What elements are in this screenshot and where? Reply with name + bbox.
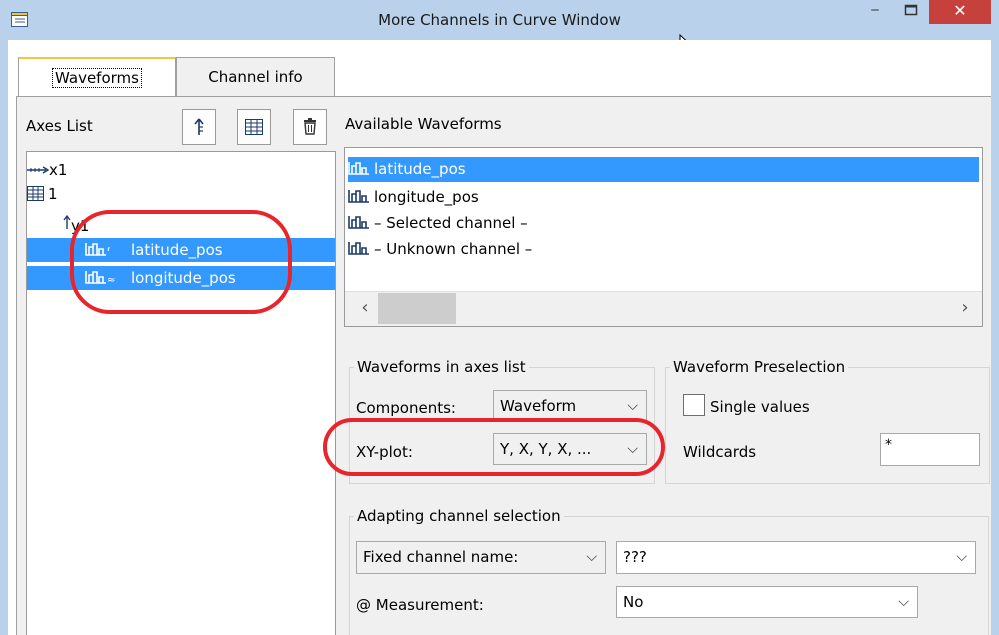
measurement-select[interactable]: No ⌵ [616, 586, 918, 618]
tree-item-label: 1 [48, 185, 58, 203]
scroll-right-icon[interactable]: › [950, 293, 980, 323]
available-waveforms-label: Available Waveforms [345, 115, 502, 133]
maximize-button[interactable] [893, 0, 929, 22]
add-axis-button[interactable] [237, 109, 271, 145]
axes-list-label: Axes List [26, 117, 93, 135]
tab-waveforms[interactable]: Waveforms [18, 57, 176, 98]
components-label: Components: [356, 399, 456, 417]
tree-item-x1[interactable]: x1 [27, 158, 327, 182]
chevron-down-icon: ⌵ [898, 594, 909, 610]
chevron-down-icon: ⌵ [956, 549, 967, 565]
waveform-item-label: – Selected channel – [374, 214, 528, 232]
group-legend: Adapting channel selection [357, 507, 561, 525]
single-values-checkbox[interactable] [683, 394, 705, 416]
window-frame-right [991, 40, 999, 635]
waveform-item[interactable]: – Selected channel – [348, 211, 979, 236]
single-values-label: Single values [710, 398, 810, 416]
chevron-down-icon: ⌵ [586, 549, 597, 565]
minimize-button[interactable]: ‒ [857, 0, 893, 22]
move-up-icon [194, 118, 204, 135]
measurement-value: No [623, 593, 644, 611]
scroll-left-icon[interactable]: ‹ [350, 293, 380, 323]
channel-name-select[interactable]: ??? ⌵ [616, 541, 976, 574]
wildcards-input[interactable]: * [880, 433, 980, 466]
waveform-icon [348, 216, 369, 229]
annotation-highlight-oval [323, 418, 665, 476]
group-legend: Waveforms in axes list [357, 358, 526, 376]
table-icon [245, 119, 263, 135]
tree-item-label: x1 [49, 161, 68, 179]
measurement-label: @ Measurement: [356, 596, 484, 614]
group-legend: Waveform Preselection [673, 358, 846, 376]
channel-mode-select[interactable]: Fixed channel name: ⌵ [356, 541, 606, 574]
waveform-icon [348, 190, 369, 203]
channel-mode-value: Fixed channel name: [363, 548, 519, 566]
tree-item-1[interactable]: 1 [27, 182, 327, 206]
waveform-item-label: longitude_pos [374, 188, 479, 206]
x-axis-icon [27, 166, 50, 174]
delete-button[interactable] [293, 109, 327, 145]
annotation-highlight-oval [70, 210, 292, 314]
chevron-down-icon: ⌵ [627, 398, 638, 414]
scrollbar-thumb[interactable] [378, 293, 456, 324]
window-title: More Channels in Curve Window [378, 11, 621, 29]
waveform-icon [348, 242, 369, 255]
window-frame-left [0, 40, 8, 635]
close-button[interactable]: ✕ [929, 0, 991, 24]
delete-icon [304, 118, 316, 135]
waveform-item[interactable]: longitude_pos [348, 185, 979, 210]
wildcards-label: Wildcards [683, 443, 757, 461]
tab-channel-info[interactable]: Channel info [176, 57, 335, 97]
table-icon [27, 186, 44, 201]
tab-waveforms-label: Waveforms [52, 68, 142, 88]
waveform-item[interactable]: – Unknown channel – [348, 237, 979, 262]
waveform-icon [348, 162, 369, 175]
waveform-item-label: – Unknown channel – [374, 240, 533, 258]
waveform-item[interactable]: latitude_pos [348, 157, 979, 182]
channel-name-value: ??? [623, 548, 647, 566]
move-up-button[interactable] [182, 109, 216, 145]
components-value: Waveform [500, 397, 577, 415]
y-axis-icon [63, 214, 71, 229]
waveform-item-label: latitude_pos [374, 160, 466, 178]
